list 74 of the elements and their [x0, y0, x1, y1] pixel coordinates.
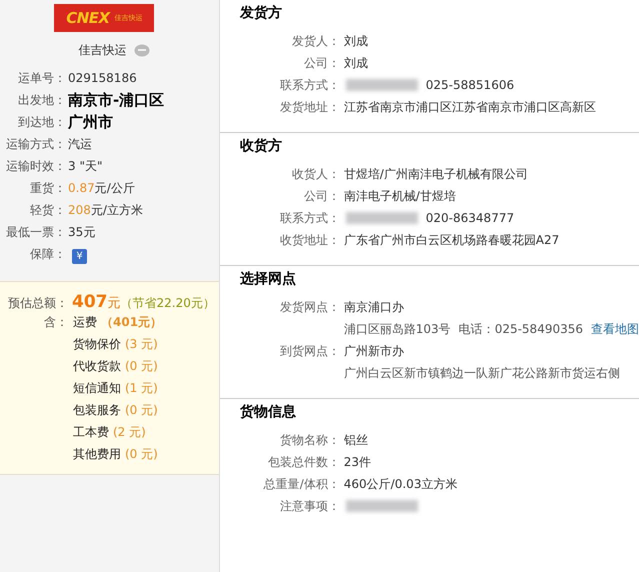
section-title: 选择网点: [240, 270, 296, 288]
field-value: 广州新市办: [344, 342, 404, 360]
fee-name: 包装服务: [73, 402, 121, 419]
field-label: 到达地：: [17, 114, 66, 130]
field-label: 联系方式：: [278, 76, 340, 94]
fee-amount: (0 元): [125, 446, 158, 463]
map-link[interactable]: 查看地图: [591, 320, 639, 338]
field-value: 0.87元/公斤: [68, 180, 135, 196]
field-value: 029158186: [68, 71, 137, 85]
field-label: 包装总件数：: [266, 454, 340, 470]
field-label: 保障：: [29, 246, 66, 262]
section-title: 收货方: [240, 137, 282, 155]
field-label: 收货人：: [290, 166, 340, 182]
field-label: 总重量/体积：: [262, 476, 340, 492]
fee-name: 其他费用: [73, 446, 121, 463]
field-label: 发货网点：: [278, 298, 340, 316]
currency-unit: 元: [108, 295, 120, 312]
field-value: 南京浦口办: [344, 298, 404, 316]
fee-amount: (0 元): [125, 358, 158, 375]
field-label: 发货人：: [290, 32, 340, 50]
fee-amount: (2 元): [113, 424, 146, 441]
field-label: 预估总额：: [7, 295, 68, 312]
field-value: 江苏省南京市浦口区江苏省南京市浦口区高新区: [344, 98, 596, 116]
section-title: 发货方: [240, 4, 282, 22]
field-value: 铝丝: [344, 432, 368, 448]
field-value: 刘成: [344, 54, 368, 72]
field-label: 运输时效：: [5, 158, 66, 174]
field-value: 南沣电子机械/甘煜培: [344, 188, 456, 204]
field-value: 35元: [68, 224, 96, 240]
field-value: 460公斤/0.03立方米: [344, 476, 458, 492]
field-value: 甘煜培/广州南沣电子机械有限公司: [344, 166, 528, 182]
fee-name: 运费: [73, 314, 97, 331]
fee-name: 货物保价: [73, 336, 121, 353]
field-value: 23件: [344, 454, 372, 470]
address-text: 广州白云区新市镇鹤边一队新广花公路新市货运右侧: [344, 364, 620, 382]
field-value: 刘成: [344, 32, 368, 50]
field-value: 020-86348777: [426, 211, 514, 225]
fee-amount: （401元）: [101, 314, 162, 331]
field-value: 广东省广州市白云区机场路春暖花园A27: [344, 232, 560, 248]
fee-name: 工本费: [73, 424, 109, 441]
field-label: 注意事项：: [278, 498, 340, 514]
field-label: 运单号：: [17, 70, 66, 86]
field-label: 到货网点：: [278, 342, 340, 360]
fee-amount: (1 元): [125, 380, 158, 397]
field-label: 联系方式：: [278, 210, 340, 226]
field-label: 最低一票：: [5, 224, 66, 240]
chat-icon[interactable]: [134, 44, 150, 58]
field-value: 208元/立方米: [68, 202, 143, 218]
field-label: 轻货：: [29, 202, 66, 218]
field-value: 3 "天": [68, 158, 102, 174]
field-label: 公司：: [302, 54, 340, 72]
field-label: 出发地：: [17, 92, 66, 108]
fee-name: 短信通知: [73, 380, 121, 397]
field-label: 收货地址：: [278, 232, 340, 248]
address-text: 浦口区丽岛路103号: [344, 320, 451, 338]
phone-text: 电话：025-58490356: [458, 320, 583, 338]
fee-name: 代收货款: [73, 358, 121, 375]
field-label: 货物名称：: [278, 432, 340, 448]
section-title: 货物信息: [240, 403, 296, 421]
total-amount: 407: [72, 292, 108, 312]
field-label: 重货：: [29, 180, 66, 196]
fee-amount: (3 元): [125, 336, 158, 353]
field-value: 南京市-浦口区: [68, 90, 164, 110]
fee-amount: (0 元): [125, 402, 158, 419]
field-label: 发货地址：: [278, 98, 340, 116]
field-label: 含：: [43, 314, 68, 331]
field-value: 025-58851606: [426, 78, 514, 92]
yuan-icon[interactable]: ¥: [72, 248, 87, 264]
field-label: 运输方式：: [5, 136, 66, 152]
field-value: 汽运: [68, 136, 92, 152]
field-value: 广州市: [68, 112, 113, 132]
carrier-name: 佳吉快运: [78, 42, 126, 59]
field-label: 公司：: [302, 188, 340, 204]
saving-text: （节省22.20元）: [120, 295, 215, 312]
